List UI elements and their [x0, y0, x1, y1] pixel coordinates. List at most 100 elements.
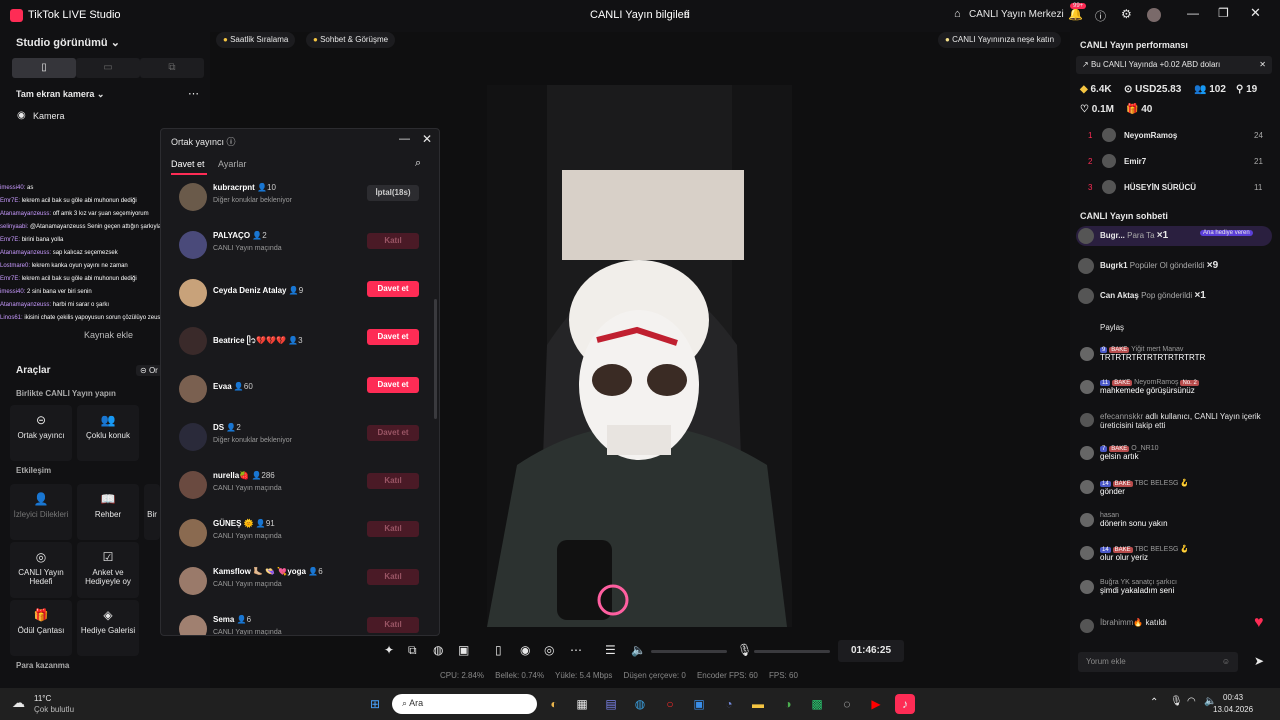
app-icon[interactable]: ▩	[807, 694, 827, 714]
layout-multi-button[interactable]: ⧉	[140, 58, 204, 78]
sender-name[interactable]: Buğra YK sanatçı şarkıcı	[1100, 579, 1177, 586]
layout-portrait-button[interactable]: ▯	[12, 58, 76, 78]
minimize-icon[interactable]: —	[1187, 6, 1199, 20]
volume-slider[interactable]	[651, 650, 727, 653]
scrollbar[interactable]	[434, 299, 437, 419]
minimize-icon[interactable]: —	[399, 133, 410, 145]
sender-name[interactable]: hasan	[1100, 512, 1119, 519]
phone-icon[interactable]: ▯	[495, 643, 502, 657]
tool-partial[interactable]: Bir	[144, 484, 160, 540]
tool-cohost[interactable]: ⊝ Ortak yayıncı	[10, 405, 72, 461]
effects-icon[interactable]: ✦	[384, 643, 394, 657]
gear-icon[interactable]: ⚙	[1121, 7, 1132, 21]
tool-reward-bag[interactable]: 🎁 Ödül Çantası	[10, 600, 72, 656]
steam-icon[interactable]: ◌	[837, 694, 857, 714]
help-icon[interactable]: ⓘ	[227, 137, 236, 147]
page-title[interactable]: CANLI Yayın bilgileri	[590, 9, 690, 21]
clock-time[interactable]: 00:43	[1223, 693, 1243, 702]
store-icon[interactable]: ▣	[689, 694, 709, 714]
sender-name[interactable]: TBC BELESG 🪝	[1134, 546, 1189, 553]
discord-icon[interactable]: ◔	[719, 694, 739, 714]
cohost-action-button[interactable]: Katıl	[367, 473, 419, 489]
tool-guide[interactable]: 📖 Rehber	[77, 484, 139, 540]
wifi-icon[interactable]: ◠	[1187, 696, 1196, 707]
tool-live-goal[interactable]: ◎ CANLI Yayın Hedefi	[10, 542, 72, 598]
sender-name[interactable]: Yiğit mert Manav	[1131, 346, 1183, 353]
cohost-row: Beatrice ᥫ᭡💔💔💔 👤3 Davet et	[179, 325, 424, 365]
folder-icon[interactable]: ▬	[748, 694, 768, 714]
ranking-row[interactable]: 1 NeyomRamoş 24	[1076, 128, 1276, 148]
cohost-action-button[interactable]: Davet et	[367, 281, 419, 297]
cohost-action-button[interactable]: Katıl	[367, 521, 419, 537]
speaker-icon[interactable]: 🔈	[631, 643, 646, 657]
record-icon[interactable]: ◉	[520, 643, 530, 657]
add-source-button[interactable]: Kaynak ekle	[84, 330, 133, 340]
ranking-row[interactable]: 2 Emir7 21	[1076, 154, 1276, 174]
camera-icon[interactable]: ◎	[544, 643, 554, 657]
tab-settings[interactable]: Ayarlar	[218, 159, 246, 169]
comment-input[interactable]: Yorum ekle ☺	[1078, 652, 1238, 672]
fun-pill[interactable]: ● CANLI Yayınınıza neşe katın	[938, 32, 1062, 48]
close-icon[interactable]: ✕	[1259, 60, 1266, 69]
sender-name[interactable]: TBC BELESG 🪝	[1134, 480, 1189, 487]
cohost-action-button[interactable]: Katıl	[367, 233, 419, 249]
more-icon[interactable]: ⋯	[188, 87, 199, 100]
scene-dropdown[interactable]: Tam ekran kamera ⌄	[16, 89, 104, 100]
chevron-up-icon[interactable]: ⌃	[1150, 697, 1158, 708]
share-icon[interactable]: ⇪	[682, 8, 691, 21]
ranking-row[interactable]: 3 HÜSEYİN SÜRÜCÜ 11	[1076, 180, 1276, 200]
chrome-icon[interactable]: ◐	[544, 694, 564, 714]
sliders-icon[interactable]: ☰	[605, 643, 616, 657]
live-center-link[interactable]: CANLI Yayın Merkezi	[969, 9, 1064, 20]
cohost-action-button[interactable]: İptal(18s)	[367, 185, 419, 201]
microphone-icon[interactable]: 🎙	[1170, 696, 1183, 707]
cohost-action-button[interactable]: Katıl	[367, 569, 419, 585]
mic-slider[interactable]	[754, 650, 830, 653]
tool-poll[interactable]: ☑ Anket ve Hediyeyle oy	[77, 542, 139, 598]
overlay-chat-user: Lostmare0:	[0, 263, 31, 269]
emoji-icon[interactable]: ☺	[1222, 657, 1230, 666]
help-icon[interactable]: ⓘ	[1095, 8, 1106, 24]
close-icon[interactable]: ✕	[422, 132, 432, 146]
edge-icon[interactable]: ◍	[630, 694, 650, 714]
cohost-link-short[interactable]: ⊝ Or	[136, 365, 162, 376]
sender-name[interactable]: efecannskkr	[1100, 412, 1143, 421]
sender-name[interactable]: O_NR10	[1131, 445, 1158, 452]
more-icon[interactable]: ⋯	[570, 643, 582, 657]
cohost-action-button[interactable]: Davet et	[367, 425, 419, 441]
opera-icon[interactable]: ○	[660, 694, 680, 714]
send-icon[interactable]: ➤	[1254, 654, 1264, 668]
teams-icon[interactable]: ▤	[601, 694, 621, 714]
bell-icon[interactable]: 🔔	[1068, 7, 1083, 21]
avatar[interactable]	[1147, 8, 1161, 22]
close-icon[interactable]: ✕	[1250, 5, 1261, 21]
message-header: 7 BAKE O_NR10	[1100, 445, 1274, 452]
microphone-icon[interactable]: 🎙	[737, 643, 752, 657]
tiktok-studio-icon[interactable]: ♪	[895, 694, 915, 714]
hourly-ranking-pill[interactable]: ● Saatlik Sıralama	[216, 32, 296, 48]
youtube-icon[interactable]: ▶	[866, 694, 886, 714]
tool-viewer-wishes[interactable]: 👤 İzleyici Dilekleri	[10, 484, 72, 540]
source-camera[interactable]: Kamera	[33, 111, 65, 121]
tool-gift-gallery[interactable]: ◈ Hediye Galerisi	[77, 600, 139, 656]
search-icon[interactable]: ⌕	[415, 157, 421, 170]
weather-temp[interactable]: 11°C	[34, 694, 51, 703]
sender-name[interactable]: NeyomRamoş	[1134, 379, 1178, 386]
cohost-action-button[interactable]: Katıl	[367, 617, 419, 633]
filter-icon[interactable]: ◍	[433, 643, 443, 657]
tab-invite[interactable]: Davet et	[171, 159, 205, 169]
browser-icon[interactable]: ◑	[778, 694, 798, 714]
cohost-action-button[interactable]: Davet et	[367, 329, 419, 345]
start-icon[interactable]: ⊞	[365, 694, 385, 714]
restore-icon[interactable]: ❐	[1218, 6, 1229, 20]
cohost-action-button[interactable]: Davet et	[367, 377, 419, 393]
explorer-icon[interactable]: ▦	[572, 694, 592, 714]
layout-landscape-button[interactable]: ▭	[76, 58, 140, 78]
screen-share-icon[interactable]: ⧉	[408, 643, 417, 658]
studio-view-dropdown[interactable]: Studio görünümü ⌄	[16, 36, 120, 49]
chat-call-pill[interactable]: ● Sohbet & Görüşme	[306, 32, 396, 48]
taskbar-search[interactable]: ⌕ Ara	[392, 694, 537, 714]
layout-icon[interactable]: ▣	[458, 643, 469, 657]
tool-multi-guest[interactable]: 👥 Çoklu konuk	[77, 405, 139, 461]
sender-name[interactable]: İbrahimm🔥	[1100, 618, 1143, 627]
